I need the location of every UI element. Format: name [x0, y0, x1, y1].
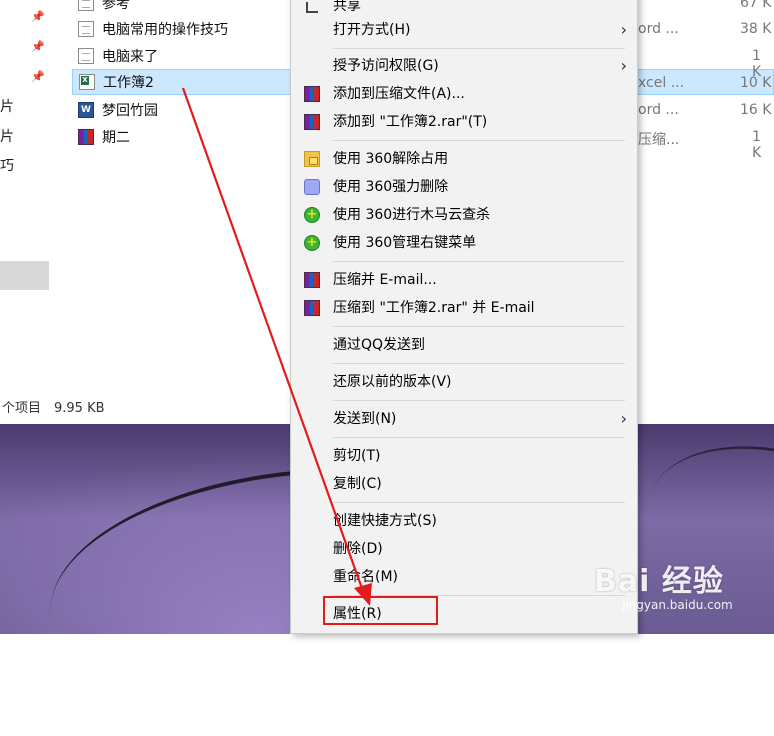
- watermark-url: jingyan.baidu.com: [622, 598, 733, 612]
- arrow-line: [181, 87, 366, 595]
- annotation-arrow: [181, 87, 372, 606]
- arrow-head-icon: [354, 583, 372, 606]
- watermark-title: Bai 经验: [594, 564, 724, 599]
- baidu-watermark: Bai 经验 jingyan.baidu.com: [590, 548, 770, 618]
